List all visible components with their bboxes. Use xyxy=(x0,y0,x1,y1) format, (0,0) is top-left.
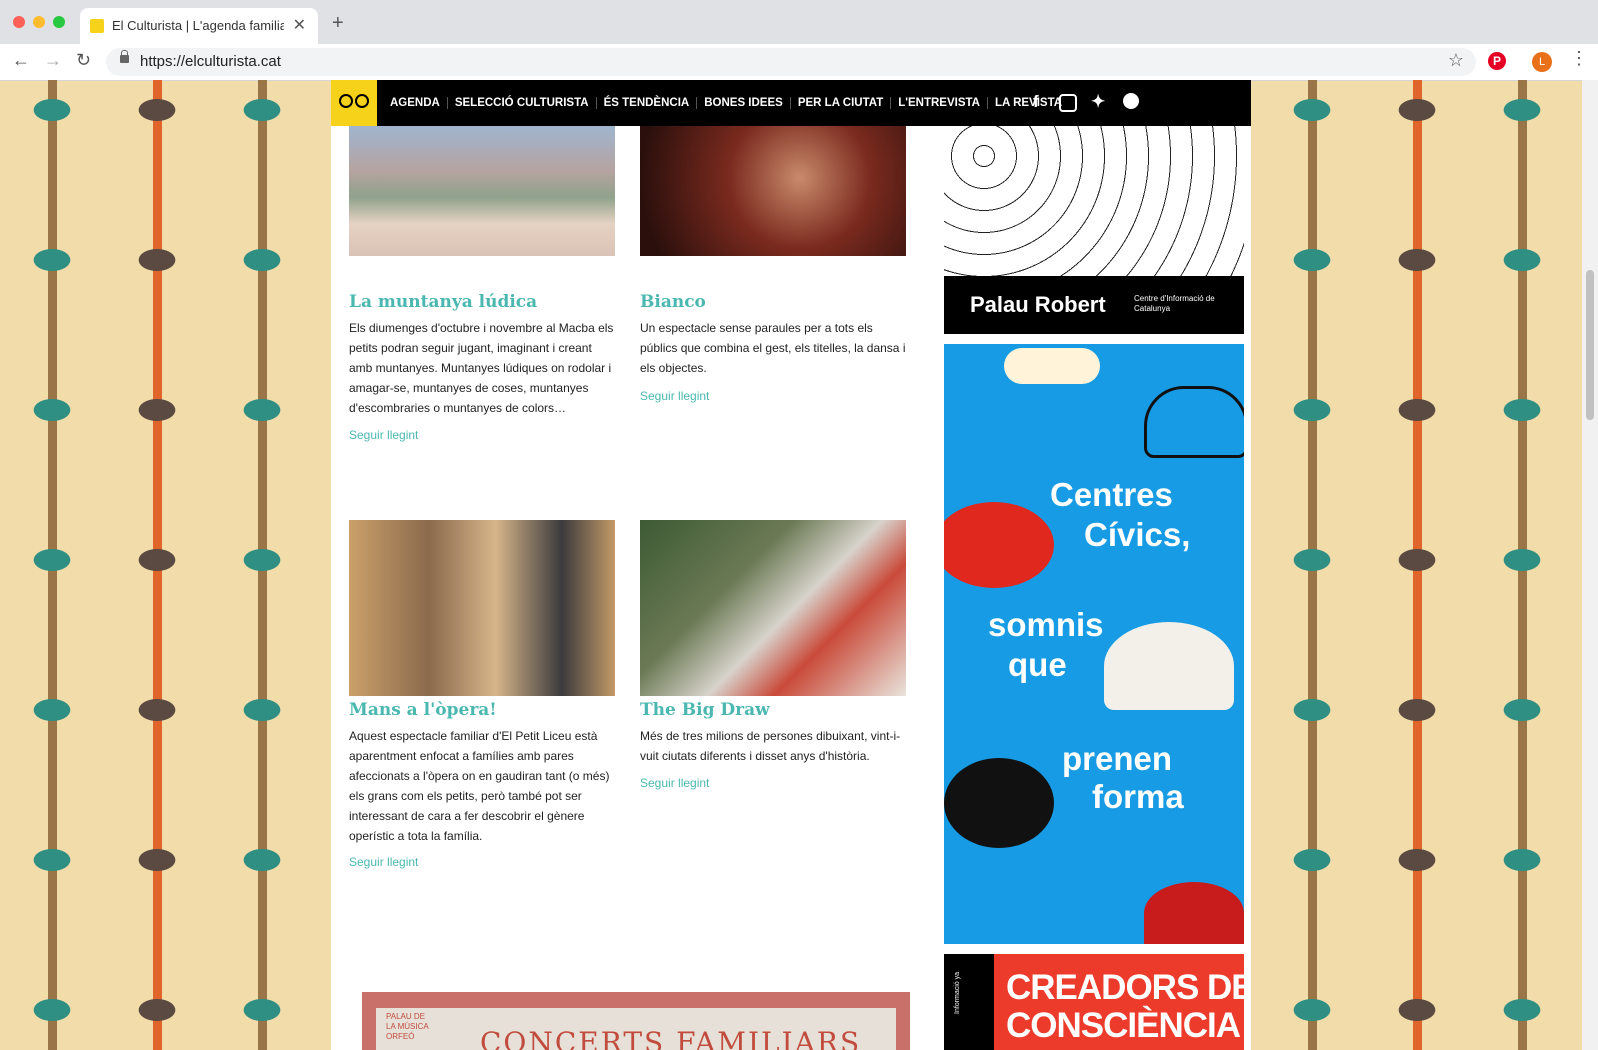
nav-bones-idees[interactable]: BONES IDEES xyxy=(697,97,791,109)
article-title[interactable]: Mans a l'òpera! xyxy=(349,700,497,720)
palau-robert-subtitle: Centre d'Informació de Catalunya xyxy=(1134,294,1215,313)
curtain-image xyxy=(1144,882,1244,944)
article-title[interactable]: La muntanya lúdica xyxy=(349,292,537,312)
ad-headline-line: CONSCIÈNCIA xyxy=(1006,1006,1241,1045)
new-tab-button[interactable]: + xyxy=(332,12,344,35)
ad-side-text: Informació ya xyxy=(954,971,961,1014)
nav-la-revista[interactable]: LA REVISTA xyxy=(988,97,1069,109)
book-image xyxy=(1104,622,1234,710)
back-icon[interactable]: ← xyxy=(12,50,30,71)
palau-robert-title: Palau Robert xyxy=(970,292,1106,317)
read-more-link[interactable]: Seguir llegint xyxy=(349,855,418,869)
ad-headline-line: Centres xyxy=(1050,476,1173,513)
url-text: https://elculturista.cat xyxy=(140,53,281,70)
nav-per-la-ciutat[interactable]: PER LA CIUTAT xyxy=(791,97,892,109)
tab-title: El Culturista | L'agenda familiar xyxy=(112,18,284,33)
ad-headline-line: que xyxy=(1008,646,1067,683)
popcorn-image xyxy=(1004,348,1100,384)
maximize-window-button[interactable] xyxy=(53,16,65,28)
article-image-big-draw[interactable] xyxy=(640,520,906,696)
nav-links: AGENDA SELECCIÓ CULTURISTA ÉS TENDÈNCIA … xyxy=(383,80,1069,126)
creadors-consciencia-ad[interactable]: Informació ya CREADORS DE CONSCIÈNCIA xyxy=(944,954,1244,1050)
address-bar[interactable]: https://elculturista.cat ☆ xyxy=(106,48,1476,76)
article-excerpt: Un espectacle sense paraules per a tots … xyxy=(640,321,906,375)
ad-headline-line: forma xyxy=(1092,778,1184,815)
vinyl-records-image xyxy=(944,758,1054,848)
site-navigation: AGENDA SELECCIÓ CULTURISTA ÉS TENDÈNCIA … xyxy=(331,80,1251,126)
ad-headline-line: somnis xyxy=(988,606,1104,643)
spotify-icon[interactable] xyxy=(1123,93,1139,109)
forward-icon[interactable]: → xyxy=(44,50,62,71)
profile-avatar[interactable]: L xyxy=(1532,52,1552,72)
browser-menu-icon[interactable]: ⋮ xyxy=(1570,48,1588,69)
article-image-bianco[interactable] xyxy=(640,126,906,256)
read-more-link[interactable]: Seguir llegint xyxy=(640,776,709,790)
browser-tab[interactable]: El Culturista | L'agenda familiar ✕ xyxy=(80,8,318,44)
concerts-familiars-banner[interactable]: PALAU DE LA MÚSICA ORFEÓ CONCERTS FAMILI… xyxy=(362,992,910,1050)
browser-tab-bar: El Culturista | L'agenda familiar ✕ + xyxy=(0,0,1598,44)
centres-civics-ad[interactable]: Centres Cívics, somnis que prenen forma xyxy=(944,344,1244,944)
read-more-link[interactable]: Seguir llegint xyxy=(640,389,709,403)
article-title[interactable]: Bianco xyxy=(640,292,706,312)
cloud-lights-image xyxy=(1144,386,1244,458)
nav-agenda[interactable]: AGENDA xyxy=(383,97,448,109)
bookmark-star-icon[interactable]: ☆ xyxy=(1448,50,1464,71)
logo-eye-left xyxy=(339,94,353,108)
ad-illustration xyxy=(944,126,1244,276)
banner-small-text: PALAU DE LA MÚSICA ORFEÓ xyxy=(386,1012,429,1041)
minimize-window-button[interactable] xyxy=(33,16,45,28)
facebook-icon[interactable]: f xyxy=(1033,92,1039,112)
close-window-button[interactable] xyxy=(13,16,25,28)
article-excerpt: Aquest espectacle familiar d'El Petit Li… xyxy=(349,729,610,843)
favicon-icon xyxy=(90,19,104,33)
ad-red-panel: CREADORS DE CONSCIÈNCIA xyxy=(994,954,1244,1050)
article-title[interactable]: The Big Draw xyxy=(640,700,770,720)
reload-icon[interactable]: ↻ xyxy=(76,50,91,71)
boxing-glove-image xyxy=(944,502,1054,588)
nav-seleccio-culturista[interactable]: SELECCIÓ CULTURISTA xyxy=(448,97,597,109)
nav-es-tendencia[interactable]: ÉS TENDÈNCIA xyxy=(597,97,698,109)
article-image-mans-opera[interactable] xyxy=(349,520,615,696)
close-tab-icon[interactable]: ✕ xyxy=(293,15,306,35)
banner-headline: CONCERTS FAMILIARS xyxy=(480,1026,862,1050)
banner-panel: PALAU DE LA MÚSICA ORFEÓ CONCERTS FAMILI… xyxy=(376,1008,896,1050)
article-excerpt: Els diumenges d'octubre i novembre al Ma… xyxy=(349,321,614,415)
palau-robert-ad[interactable]: Palau Robert Centre d'Informació de Cata… xyxy=(944,126,1244,334)
site-page: AGENDA SELECCIÓ CULTURISTA ÉS TENDÈNCIA … xyxy=(331,80,1251,1050)
scrollbar-thumb[interactable] xyxy=(1586,270,1594,420)
ad-headline-line: Cívics, xyxy=(1084,516,1191,553)
browser-toolbar: ← → ↻ https://elculturista.cat ☆ xyxy=(0,44,1598,81)
palau-robert-bar: Palau Robert Centre d'Informació de Cata… xyxy=(944,276,1244,334)
article-excerpt: Més de tres milions de persones dibuixan… xyxy=(640,729,901,763)
ad-headline-line: prenen xyxy=(1062,740,1173,777)
page-scrollbar[interactable] xyxy=(1582,80,1598,1050)
logo-eye-right xyxy=(355,94,369,108)
lock-icon xyxy=(120,50,129,63)
twitter-icon[interactable]: ✦ xyxy=(1091,92,1105,112)
nav-entrevista[interactable]: L'ENTREVISTA xyxy=(891,97,988,109)
article-image-muntanya[interactable] xyxy=(349,126,615,256)
site-logo[interactable] xyxy=(331,80,377,126)
pinterest-extension-icon[interactable]: P xyxy=(1488,52,1506,70)
ad-headline-line: CREADORS DE xyxy=(1006,968,1244,1007)
read-more-link[interactable]: Seguir llegint xyxy=(349,428,418,442)
instagram-icon[interactable] xyxy=(1059,94,1077,112)
